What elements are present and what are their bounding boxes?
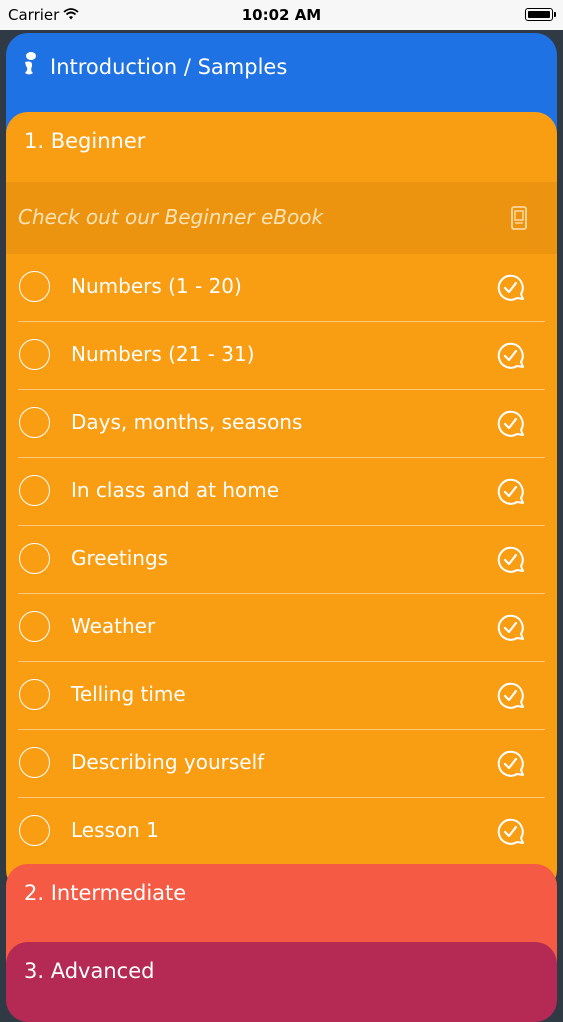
quiz-check-icon[interactable] (496, 681, 526, 711)
lesson-label: Weather (71, 614, 156, 638)
section-advanced[interactable]: 3. Advanced (6, 942, 557, 1022)
intro-title: Introduction / Samples (50, 54, 288, 79)
quiz-check-icon[interactable] (496, 749, 526, 779)
quiz-check-icon[interactable] (496, 477, 526, 507)
status-bar: Carrier 10:02 AM (0, 0, 563, 30)
status-time: 10:02 AM (241, 6, 322, 24)
progress-circle-icon[interactable] (19, 611, 50, 642)
quiz-check-icon[interactable] (496, 613, 526, 643)
lesson-row[interactable]: Numbers (1 - 20) (6, 254, 557, 322)
lesson-row[interactable]: Lesson 1 (6, 798, 557, 866)
lesson-label: Numbers (21 - 31) (71, 342, 255, 366)
quiz-check-icon[interactable] (496, 545, 526, 575)
progress-circle-icon[interactable] (19, 815, 50, 846)
ebook-row[interactable]: Check out our Beginner eBook (6, 182, 557, 254)
battery-icon (525, 8, 556, 21)
quiz-check-icon[interactable] (496, 817, 526, 847)
lesson-label: Days, months, seasons (71, 410, 303, 434)
lesson-row[interactable]: Days, months, seasons (6, 390, 557, 458)
section-beginner[interactable]: 1. Beginner Check out our Beginner eBook… (6, 112, 557, 892)
intermediate-title[interactable]: 2. Intermediate (24, 881, 186, 905)
lesson-label: Describing yourself (71, 750, 265, 774)
intro-header[interactable]: Introduction / Samples (20, 51, 287, 82)
lesson-row[interactable]: Telling time (6, 662, 557, 730)
progress-circle-icon[interactable] (19, 475, 50, 506)
lesson-label: Greetings (71, 546, 169, 570)
beginner-title[interactable]: 1. Beginner (24, 129, 145, 153)
lesson-row[interactable]: Greetings (6, 526, 557, 594)
footprint-icon (20, 51, 40, 82)
lesson-label: Lesson 1 (71, 818, 159, 842)
lesson-label: Numbers (1 - 20) (71, 274, 242, 298)
quiz-check-icon[interactable] (496, 409, 526, 439)
ebook-label: Check out our Beginner eBook (18, 205, 324, 229)
lesson-list: Numbers (1 - 20) Numbers (21 - 31) Days,… (6, 254, 557, 866)
lesson-label: Telling time (71, 682, 186, 706)
progress-circle-icon[interactable] (19, 407, 50, 438)
advanced-title[interactable]: 3. Advanced (24, 959, 154, 983)
progress-circle-icon[interactable] (19, 543, 50, 574)
lesson-row[interactable]: In class and at home (6, 458, 557, 526)
progress-circle-icon[interactable] (19, 271, 50, 302)
progress-circle-icon[interactable] (19, 679, 50, 710)
progress-circle-icon[interactable] (19, 339, 50, 370)
ebook-icon (511, 206, 527, 234)
quiz-check-icon[interactable] (496, 273, 526, 303)
lesson-row[interactable]: Weather (6, 594, 557, 662)
progress-circle-icon[interactable] (19, 747, 50, 778)
lesson-row[interactable]: Describing yourself (6, 730, 557, 798)
lesson-row[interactable]: Numbers (21 - 31) (6, 322, 557, 390)
lesson-label: In class and at home (71, 478, 280, 502)
quiz-check-icon[interactable] (496, 341, 526, 371)
